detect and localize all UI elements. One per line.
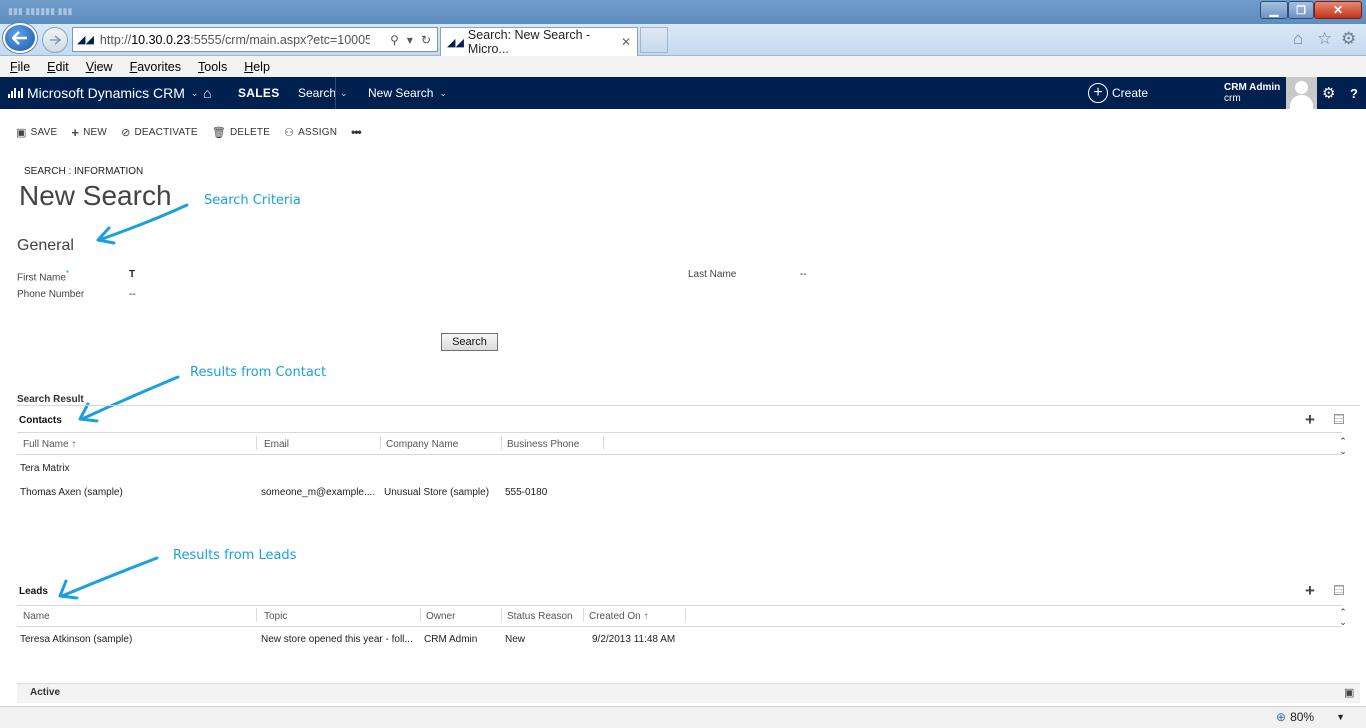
column-header-owner[interactable]: Owner [426, 611, 455, 622]
column-separator [685, 608, 686, 622]
column-header-company-name[interactable]: Company Name [386, 439, 458, 450]
column-header-topic[interactable]: Topic [264, 611, 287, 622]
arrow-search-criteria [97, 203, 189, 242]
leads-scroll-icon[interactable]: ⌃ ⌄ [1337, 607, 1349, 627]
lead-row-1-name[interactable]: Teresa Atkinson (sample) [20, 634, 250, 645]
annotation-results-leads: Results from Leads [173, 548, 297, 563]
contacts-grid-title: Contacts [19, 415, 62, 426]
section-divider [17, 405, 1360, 406]
column-separator [603, 436, 604, 450]
search-result-title: Search Result [17, 394, 84, 405]
column-header-full-name[interactable]: Full Name ↑ [23, 439, 76, 450]
grid-header-top-line [17, 432, 1342, 433]
leads-grid-title: Leads [19, 586, 48, 597]
zoom-control[interactable]: ⊕ 80% ▼ [1276, 710, 1345, 724]
column-header-email[interactable]: Email [264, 439, 289, 450]
zoom-icon: ⊕ [1276, 710, 1287, 724]
column-header-name[interactable]: Name [23, 611, 50, 622]
column-separator [380, 436, 381, 450]
annotation-arrows [58, 203, 189, 600]
annotation-results-contact: Results from Contact [190, 365, 327, 380]
column-header-created-on[interactable]: Created On ↑ [589, 611, 648, 622]
contact-row-2-email[interactable]: someone_m@example.... [261, 487, 376, 498]
grid-view-icon[interactable] [1334, 414, 1344, 424]
column-separator [501, 608, 502, 622]
contact-row-2-company[interactable]: Unusual Store (sample) [384, 487, 499, 498]
form-footer [17, 683, 1360, 703]
contact-row-2-phone: 555-0180 [505, 487, 548, 498]
contact-row-1-full-name[interactable]: Tera Matrix [20, 463, 250, 474]
browser-status-bar [0, 706, 1366, 728]
chevron-down-icon: ▼ [1336, 712, 1346, 722]
lead-row-1-created-on: 9/2/2013 11:48 AM [592, 634, 676, 645]
grid-header-bottom-line [17, 454, 1342, 455]
contact-row-2-full-name[interactable]: Thomas Axen (sample) [20, 487, 250, 498]
lead-row-1-owner[interactable]: CRM Admin [424, 634, 499, 645]
grid-header-top-line [17, 605, 1342, 606]
zoom-level: 80% [1290, 710, 1315, 724]
arrow-results-contact [80, 375, 180, 421]
arrow-results-leads [60, 556, 159, 598]
grid-view-icon[interactable] [1334, 585, 1344, 595]
column-separator [583, 608, 584, 622]
add-lead-icon[interactable]: + [1305, 582, 1315, 599]
column-header-status-reason[interactable]: Status Reason [507, 611, 573, 622]
grid-header-bottom-line [17, 626, 1342, 627]
column-separator [256, 608, 257, 622]
column-separator [256, 436, 257, 450]
footer-save-icon[interactable]: ▣ [1344, 686, 1354, 699]
contacts-scroll-icon[interactable]: ⌃ ⌄ [1337, 436, 1349, 456]
record-status: Active [30, 687, 61, 698]
add-contact-icon[interactable]: + [1305, 411, 1315, 428]
lead-row-1-status: New [505, 634, 526, 645]
lead-row-1-topic: New store opened this year - foll... [261, 634, 413, 645]
column-separator [501, 436, 502, 450]
column-separator [420, 608, 421, 622]
column-header-business-phone[interactable]: Business Phone [507, 439, 579, 450]
annotation-search-criteria: Search Criteria [204, 193, 301, 208]
